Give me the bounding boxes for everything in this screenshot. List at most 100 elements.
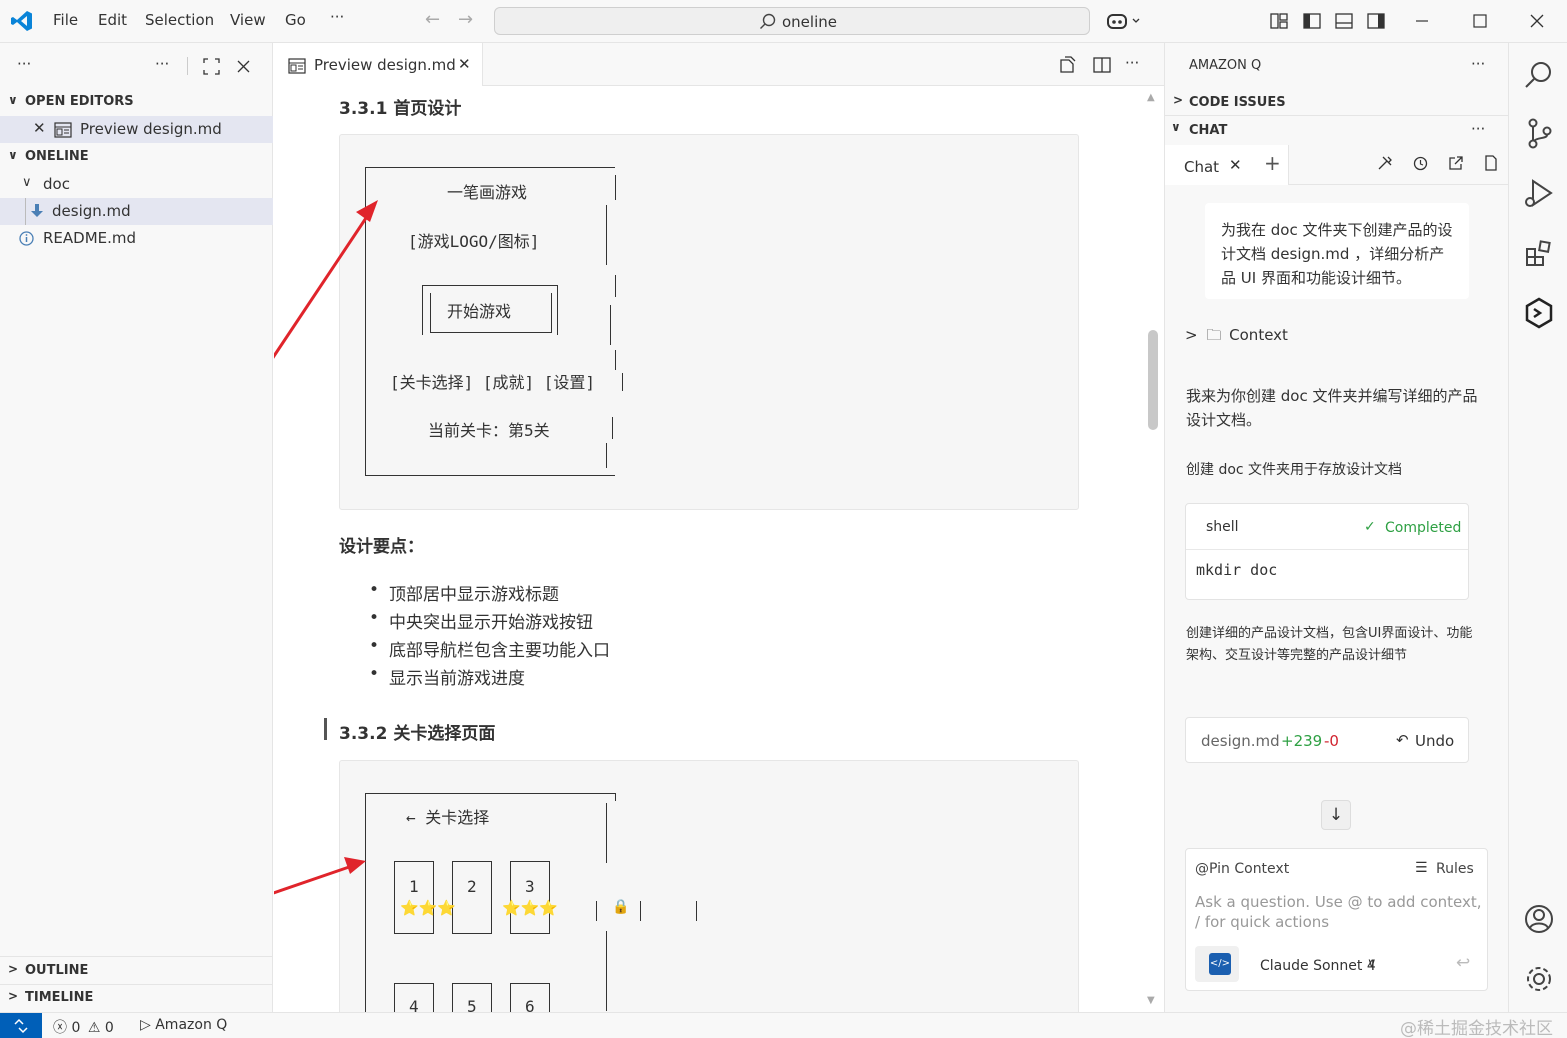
- menu-go[interactable]: Go: [285, 11, 306, 29]
- explorer-more[interactable]: ···: [155, 55, 169, 73]
- open-editor-label: Preview design.md: [80, 120, 222, 138]
- chevron-right-icon: >: [8, 989, 19, 1003]
- split-editor-icon[interactable]: [1093, 56, 1111, 74]
- chat-header[interactable]: ∨ CHAT ···: [1165, 117, 1509, 144]
- open-source-icon[interactable]: [1058, 56, 1076, 74]
- extensions-icon[interactable]: [1523, 237, 1555, 269]
- file-diff-card[interactable]: design.md +239 -0 ↶ Undo: [1185, 717, 1469, 763]
- editor-scrollbar-thumb[interactable]: [1148, 330, 1158, 430]
- run-debug-icon[interactable]: [1523, 177, 1555, 209]
- tree-indent-guide: [25, 198, 26, 225]
- open-editor-item[interactable]: ✕ Preview design.md: [0, 116, 273, 143]
- close-tab-icon[interactable]: ✕: [458, 55, 471, 73]
- code-issues-header[interactable]: > CODE ISSUES: [1165, 89, 1509, 116]
- menu-more[interactable]: ···: [330, 8, 344, 26]
- tree-file-design[interactable]: design.md: [0, 198, 273, 225]
- copilot-icon[interactable]: [1106, 11, 1142, 31]
- send-icon[interactable]: ↩: [1456, 953, 1470, 973]
- play-icon: ▷: [140, 1017, 151, 1033]
- toggle-panel-icon[interactable]: [1335, 12, 1353, 30]
- shell-card: shell ✓ Completed mkdir doc: [1185, 503, 1469, 600]
- open-editors-header[interactable]: ∨ OPEN EDITORS: [0, 89, 273, 115]
- shell-label: shell: [1206, 519, 1239, 535]
- nav-forward-icon[interactable]: →: [458, 9, 473, 30]
- account-icon[interactable]: [1523, 903, 1555, 935]
- tools-icon[interactable]: [1377, 155, 1393, 171]
- diff-file[interactable]: design.md: [1201, 732, 1280, 750]
- red-arrow-icon: [274, 200, 378, 359]
- red-arrow-icon: [274, 857, 366, 895]
- oneline-folder-header[interactable]: ∨ ONELINE: [0, 144, 273, 170]
- amazon-q-icon[interactable]: [1523, 297, 1555, 329]
- chat-input-box[interactable]: @Pin Context ☰ Rules Ask a question. Use…: [1185, 848, 1488, 991]
- timeline-header[interactable]: > TIMELINE: [0, 985, 273, 1011]
- code-issues-label: CODE ISSUES: [1189, 95, 1286, 110]
- divider: [1289, 184, 1509, 185]
- diff-deletions: -0: [1324, 732, 1339, 750]
- vscode-logo-icon: [11, 11, 32, 31]
- chevron-down-icon: ∨: [8, 148, 18, 162]
- divider: [0, 956, 273, 957]
- remote-icon: [14, 1018, 28, 1034]
- pin-context-button[interactable]: @Pin Context: [1195, 861, 1289, 877]
- problems-indicator[interactable]: ⓧ 0 ⚠ 0: [53, 1017, 114, 1037]
- close-window-icon[interactable]: [1528, 12, 1546, 30]
- toggle-primary-sidebar-icon[interactable]: [1303, 12, 1321, 30]
- file-icon[interactable]: [1483, 155, 1499, 171]
- tree-file-readme[interactable]: README.md: [0, 225, 273, 252]
- menu-file[interactable]: File: [53, 11, 78, 29]
- history-icon[interactable]: [1412, 155, 1428, 171]
- toggle-secondary-sidebar-icon[interactable]: [1367, 12, 1385, 30]
- context-label: Context: [1229, 326, 1288, 344]
- model-selector[interactable]: Claude Sonnet 4: [1260, 958, 1376, 974]
- error-count: 0: [71, 1020, 81, 1036]
- new-chat-tab-icon[interactable]: +: [1264, 151, 1281, 175]
- scroll-up-icon[interactable]: ▲: [1147, 92, 1155, 103]
- activity-bar: [1508, 43, 1567, 1012]
- customize-layout-icon[interactable]: [1270, 12, 1288, 30]
- settings-gear-icon[interactable]: [1523, 963, 1555, 995]
- chat-more[interactable]: ···: [1471, 120, 1485, 138]
- tree-folder-doc[interactable]: ∨ doc: [0, 171, 273, 198]
- amazon-q-status[interactable]: ▷ Amazon Q: [140, 1017, 227, 1033]
- shell-command: mkdir doc: [1196, 561, 1278, 579]
- preview-file-icon: [54, 122, 72, 138]
- close-chat-tab-icon[interactable]: ✕: [1229, 156, 1242, 174]
- search-icon[interactable]: [1523, 59, 1555, 91]
- code-context-button[interactable]: </>: [1195, 946, 1239, 982]
- code-icon: </>: [1209, 953, 1231, 975]
- scroll-to-bottom-icon[interactable]: ↓: [1321, 800, 1351, 830]
- timeline-label: TIMELINE: [25, 990, 94, 1005]
- source-control-icon[interactable]: [1523, 117, 1555, 149]
- maximize-icon[interactable]: [1471, 12, 1489, 30]
- chevron-right-icon: >: [1185, 326, 1198, 344]
- rules-button[interactable]: Rules: [1436, 861, 1474, 877]
- tab-preview-design[interactable]: Preview design.md ✕: [274, 43, 483, 87]
- undo-icon: ↶: [1396, 731, 1409, 749]
- export-icon[interactable]: [1448, 155, 1464, 171]
- explorer-more-left[interactable]: ···: [17, 55, 31, 73]
- chevron-right-icon: >: [1173, 93, 1184, 107]
- menu-selection[interactable]: Selection: [145, 11, 214, 29]
- close-sidebar-icon[interactable]: [236, 59, 251, 74]
- nav-back-icon[interactable]: ←: [425, 9, 440, 30]
- error-icon: ⓧ: [53, 1020, 67, 1036]
- amazon-q-more[interactable]: ···: [1471, 55, 1485, 73]
- scroll-down-icon[interactable]: ▼: [1147, 995, 1155, 1006]
- check-icon: ✓: [1364, 519, 1376, 535]
- open-editors-label: OPEN EDITORS: [25, 94, 134, 109]
- context-toggle[interactable]: > 🗀 Context: [1185, 325, 1288, 350]
- command-center-search[interactable]: oneline: [494, 7, 1090, 35]
- assistant-step: 创建 doc 文件夹用于存放设计文档: [1186, 462, 1403, 478]
- minimize-icon[interactable]: [1413, 12, 1431, 30]
- editor-more[interactable]: ···: [1125, 54, 1139, 72]
- close-editor-icon[interactable]: ✕: [33, 119, 46, 137]
- markdown-preview[interactable]: 3.3.1 首页设计 一笔画游戏 [游戏LOGO/图标] 开始游戏 [关卡选择]…: [274, 86, 1164, 1012]
- menu-edit[interactable]: Edit: [98, 11, 127, 29]
- menu-view[interactable]: View: [230, 11, 266, 29]
- remote-indicator[interactable]: [0, 1013, 42, 1038]
- maximize-view-icon[interactable]: [203, 58, 220, 75]
- outline-header[interactable]: > OUTLINE: [0, 958, 273, 984]
- undo-button[interactable]: Undo: [1415, 732, 1454, 750]
- chat-input-placeholder[interactable]: Ask a question. Use @ to add context, / …: [1195, 892, 1485, 932]
